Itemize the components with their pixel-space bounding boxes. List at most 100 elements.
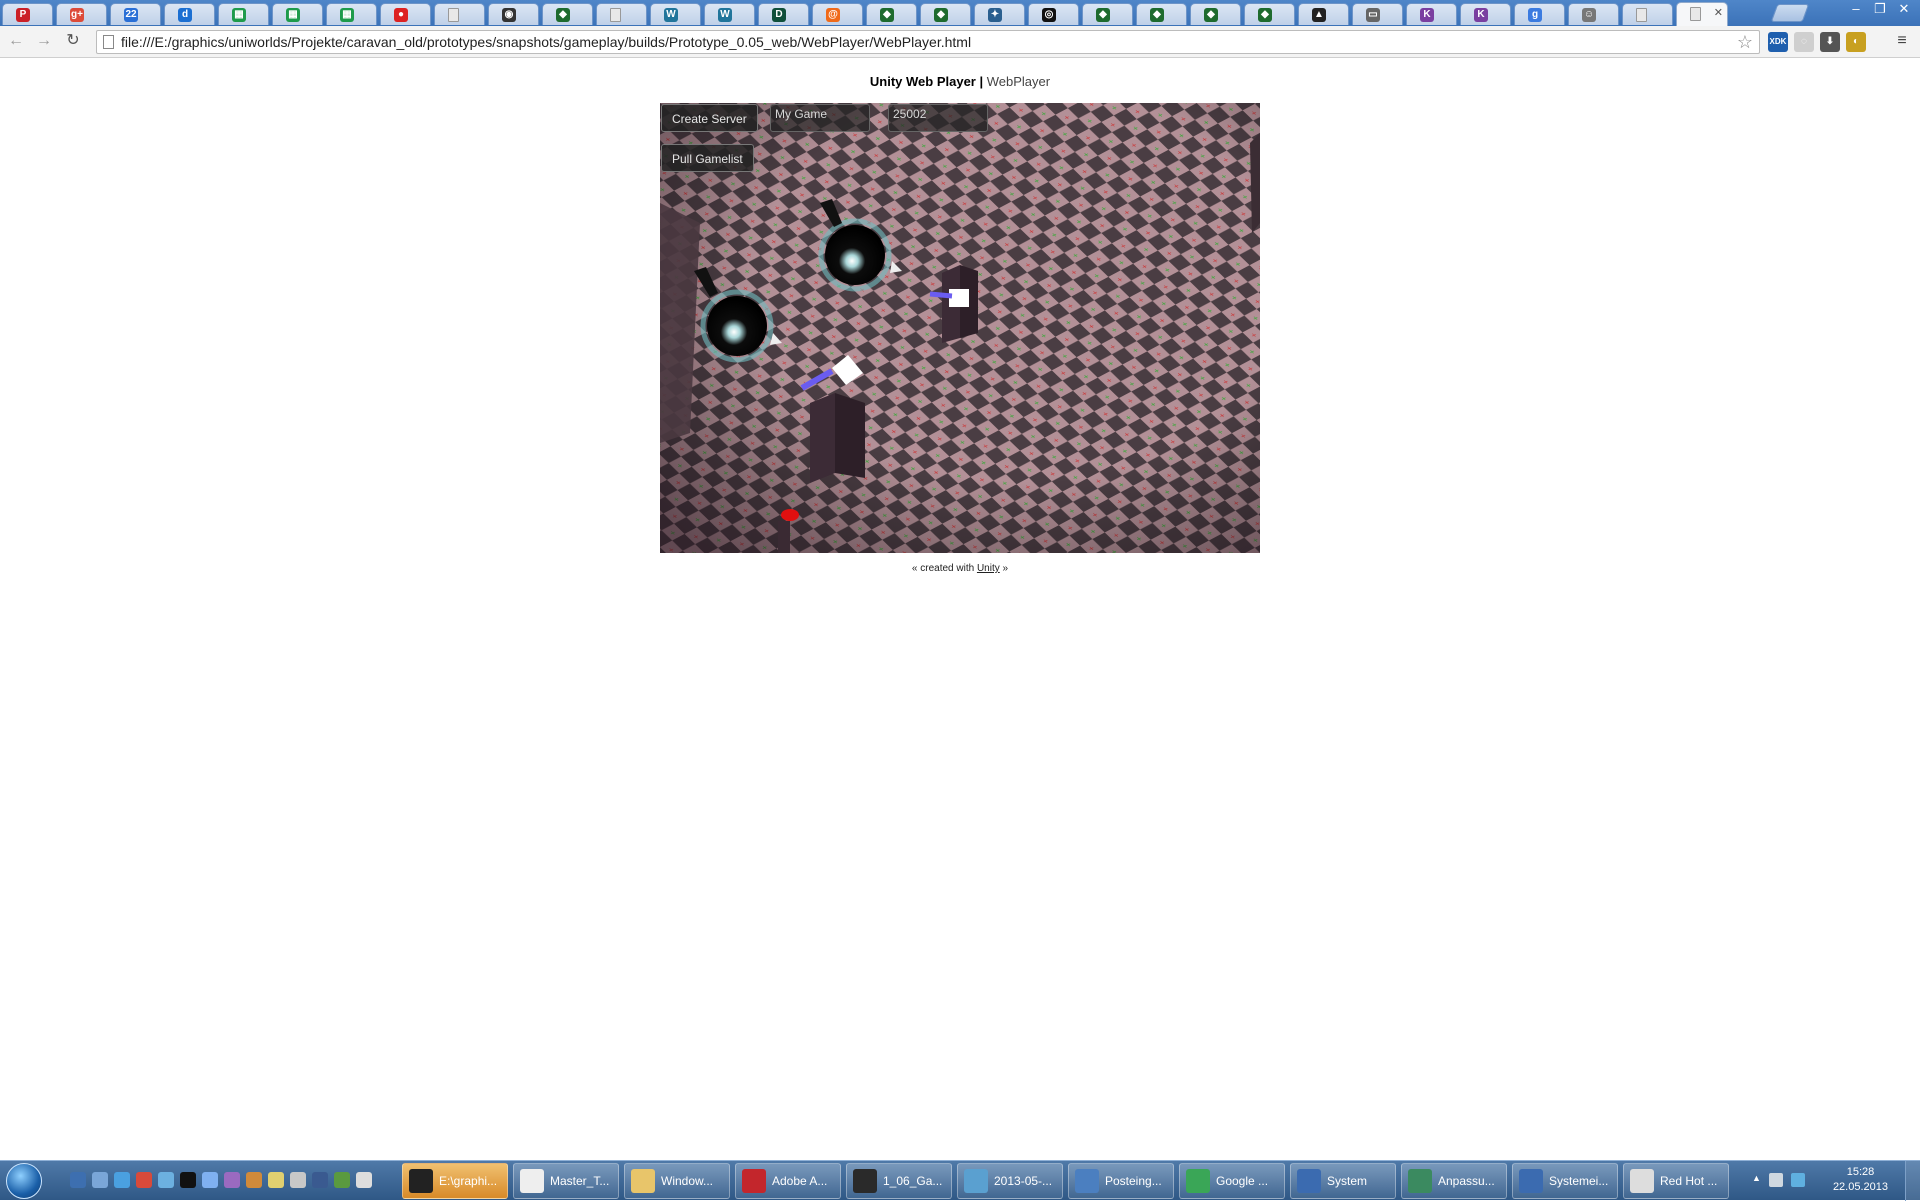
browser-tab[interactable]: K bbox=[1460, 3, 1511, 25]
calendar-icon: 22 bbox=[124, 8, 138, 22]
app-icon bbox=[1519, 1169, 1543, 1193]
browser-tab[interactable]: 22 bbox=[110, 3, 161, 25]
quick-launch-icon[interactable] bbox=[136, 1172, 152, 1188]
minimize-button[interactable]: – bbox=[1844, 0, 1868, 18]
quick-launch-icon[interactable] bbox=[268, 1172, 284, 1188]
new-tab-button[interactable] bbox=[1770, 4, 1810, 22]
taskbar-button[interactable]: Window... bbox=[624, 1163, 730, 1199]
quick-launch-icon[interactable] bbox=[246, 1172, 262, 1188]
browser-tab[interactable] bbox=[1622, 3, 1673, 25]
maximize-button[interactable]: ❐ bbox=[1868, 0, 1892, 18]
tab-close-icon[interactable]: ✕ bbox=[1714, 6, 1723, 19]
game-name-field[interactable]: My Game bbox=[770, 104, 870, 132]
browser-tab[interactable] bbox=[434, 3, 485, 25]
unity-game-canvas[interactable]: + + bbox=[660, 103, 1260, 553]
taskbar-button[interactable]: Posteing... bbox=[1068, 1163, 1174, 1199]
browser-tab[interactable]: g+ bbox=[56, 3, 107, 25]
taskbar-button[interactable]: 2013-05-... bbox=[957, 1163, 1063, 1199]
taskbar-button[interactable]: Anpassu... bbox=[1401, 1163, 1507, 1199]
reload-button[interactable]: ↻ bbox=[63, 31, 83, 51]
quick-launch bbox=[70, 1172, 378, 1188]
browser-tab[interactable]: ◆ bbox=[1082, 3, 1133, 25]
browser-tab[interactable]: ◆ bbox=[920, 3, 971, 25]
feather-icon: ✦ bbox=[988, 8, 1002, 22]
show-desktop-button[interactable] bbox=[1905, 1161, 1920, 1201]
quick-launch-icon[interactable] bbox=[180, 1172, 196, 1188]
browser-tab[interactable]: ◉ bbox=[488, 3, 539, 25]
browser-tab[interactable]: ☺ bbox=[1568, 3, 1619, 25]
clock[interactable]: 15:28 22.05.2013 bbox=[1833, 1165, 1888, 1195]
pull-gamelist-button[interactable]: Pull Gamelist bbox=[661, 144, 754, 172]
quick-launch-icon[interactable] bbox=[70, 1172, 86, 1188]
tray-volume-icon[interactable] bbox=[1790, 1173, 1805, 1187]
green-gem-icon: ◆ bbox=[556, 8, 570, 22]
wordpress-icon: W bbox=[718, 8, 732, 22]
back-button[interactable]: ← bbox=[6, 31, 26, 51]
bookmark-star-icon[interactable]: ☆ bbox=[1737, 32, 1753, 53]
unity-link[interactable]: Unity bbox=[977, 563, 1000, 574]
quick-launch-icon[interactable] bbox=[92, 1172, 108, 1188]
download-icon[interactable]: ⬇ bbox=[1820, 32, 1840, 52]
page-footer: « created with Unity » bbox=[0, 563, 1920, 574]
quick-launch-icon[interactable] bbox=[290, 1172, 306, 1188]
taskbar-button-label: Red Hot ... bbox=[1660, 1174, 1718, 1188]
system-tray: ▲ bbox=[1752, 1173, 1813, 1187]
tray-network-icon[interactable] bbox=[1768, 1173, 1783, 1187]
quick-launch-icon[interactable] bbox=[312, 1172, 328, 1188]
penguin-icon: ◉ bbox=[502, 8, 516, 22]
circle-icon[interactable]: ◌ bbox=[1794, 32, 1814, 52]
browser-tab[interactable]: d bbox=[164, 3, 215, 25]
browser-tab[interactable]: ◎ bbox=[1028, 3, 1079, 25]
browser-tab[interactable]: ▭ bbox=[1352, 3, 1403, 25]
start-button[interactable] bbox=[6, 1163, 42, 1199]
close-window-button[interactable]: ✕ bbox=[1892, 0, 1916, 18]
browser-tab[interactable]: ◆ bbox=[542, 3, 593, 25]
browser-tab[interactable]: ▦ bbox=[218, 3, 269, 25]
taskbar-button[interactable]: E:\graphi... bbox=[402, 1163, 508, 1199]
taskbar-button[interactable]: Adobe A... bbox=[735, 1163, 841, 1199]
browser-tab[interactable]: ✕ bbox=[1676, 2, 1728, 26]
browser-tab[interactable]: ◆ bbox=[1190, 3, 1241, 25]
browser-tab[interactable]: ◆ bbox=[1136, 3, 1187, 25]
taskbar-button[interactable]: 1_06_Ga... bbox=[846, 1163, 952, 1199]
taskbar-button[interactable]: Google ... bbox=[1179, 1163, 1285, 1199]
browser-tab[interactable]: @ bbox=[812, 3, 863, 25]
browser-tab[interactable]: ● bbox=[380, 3, 431, 25]
xdk-icon[interactable]: XDK bbox=[1768, 32, 1788, 52]
taskbar-button[interactable]: System bbox=[1290, 1163, 1396, 1199]
quick-launch-icon[interactable] bbox=[224, 1172, 240, 1188]
browser-tab[interactable]: ▦ bbox=[272, 3, 323, 25]
shield-icon[interactable]: ◐ bbox=[1846, 32, 1866, 52]
browser-tab[interactable]: D bbox=[758, 3, 809, 25]
taskbar-button[interactable]: Systemei... bbox=[1512, 1163, 1618, 1199]
browser-tab[interactable]: P bbox=[2, 3, 53, 25]
sheets-icon: ▦ bbox=[286, 8, 300, 22]
quick-launch-icon[interactable] bbox=[114, 1172, 130, 1188]
page-icon bbox=[448, 8, 459, 22]
browser-tab[interactable]: ▲ bbox=[1298, 3, 1349, 25]
quick-launch-icon[interactable] bbox=[158, 1172, 174, 1188]
app-icon bbox=[853, 1169, 877, 1193]
taskbar-button[interactable]: Red Hot ... bbox=[1623, 1163, 1729, 1199]
browser-tab[interactable]: W bbox=[650, 3, 701, 25]
browser-tab[interactable]: ✦ bbox=[974, 3, 1025, 25]
quick-launch-icon[interactable] bbox=[202, 1172, 218, 1188]
browser-tab[interactable]: ▦ bbox=[326, 3, 377, 25]
app-icon bbox=[409, 1169, 433, 1193]
create-server-button[interactable]: Create Server bbox=[661, 104, 758, 132]
tray-expand-icon[interactable]: ▲ bbox=[1752, 1173, 1761, 1187]
browser-tab[interactable]: W bbox=[704, 3, 755, 25]
port-field[interactable]: 25002 bbox=[888, 104, 988, 132]
forward-button[interactable]: → bbox=[34, 31, 54, 51]
browser-tab[interactable]: K bbox=[1406, 3, 1457, 25]
browser-tab[interactable]: ◆ bbox=[866, 3, 917, 25]
address-bar[interactable]: file:///E:/graphics/uniworlds/Projekte/c… bbox=[96, 30, 1760, 54]
quick-launch-icon[interactable] bbox=[334, 1172, 350, 1188]
url-text[interactable]: file:///E:/graphics/uniworlds/Projekte/c… bbox=[121, 34, 971, 50]
browser-tab[interactable] bbox=[596, 3, 647, 25]
chrome-menu-button[interactable]: ≡ bbox=[1892, 31, 1912, 51]
browser-tab[interactable]: ◆ bbox=[1244, 3, 1295, 25]
quick-launch-icon[interactable] bbox=[356, 1172, 372, 1188]
taskbar-button[interactable]: Master_T... bbox=[513, 1163, 619, 1199]
browser-tab[interactable]: g bbox=[1514, 3, 1565, 25]
